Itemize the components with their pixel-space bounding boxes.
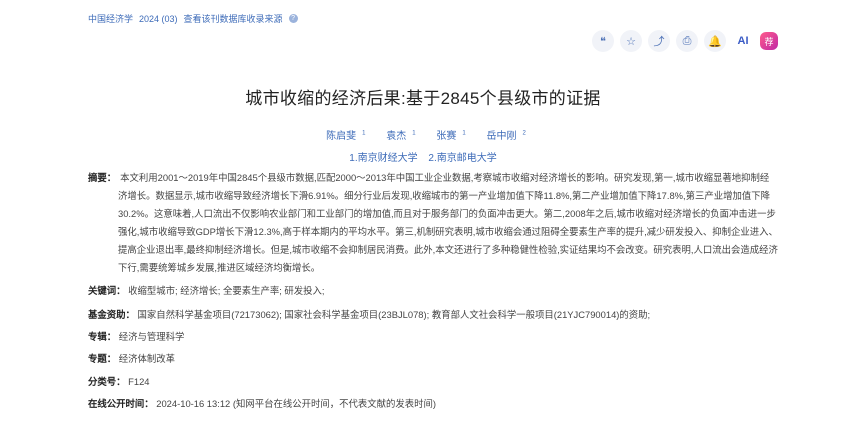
published-label: 在线公开时间： xyxy=(88,398,154,409)
quote-icon[interactable]: ❝ xyxy=(592,30,614,52)
abstract-text: 本文利用2001～2019年中国2845个县级市数据,匹配2000～2013年中… xyxy=(118,172,778,273)
keyword-link[interactable]: 研发投入; xyxy=(284,285,324,296)
recommend-button[interactable]: 荐 xyxy=(760,32,778,50)
issue-link[interactable]: 2024 (03) xyxy=(139,14,178,24)
keyword-link[interactable]: 收缩型城市; xyxy=(128,285,177,296)
class-no-label: 分类号： xyxy=(88,376,126,387)
author-link[interactable]: 岳中刚 2 xyxy=(481,131,526,142)
author-link[interactable]: 张赛 1 xyxy=(430,131,465,142)
column-section: 专辑： 经济与管理科学 xyxy=(88,328,778,346)
bell-icon[interactable]: 🔔 xyxy=(704,30,726,52)
affiliation-link[interactable]: 2.南京邮电大学 xyxy=(428,153,496,164)
funding-link[interactable]: 国家社会科学基金项目(23BJL078); xyxy=(284,309,429,320)
affiliation-link[interactable]: 1.南京财经大学 xyxy=(349,153,417,164)
column-value: 经济与管理科学 xyxy=(118,331,185,342)
class-no-section: 分类号： F124 xyxy=(88,373,778,391)
published-section: 在线公开时间： 2024-10-16 13:12 (知网平台在线公开时间，不代表… xyxy=(88,395,778,413)
journal-link[interactable]: 中国经济学 xyxy=(88,12,133,25)
keyword-link[interactable]: 经济增长; xyxy=(180,285,220,296)
published-value: 2024-10-16 13:12 (知网平台在线公开时间，不代表文献的发表时间) xyxy=(156,398,436,409)
ai-button[interactable]: AI xyxy=(732,30,754,52)
author-link[interactable]: 陈启斐 1 xyxy=(320,131,365,142)
funding-section: 基金资助： 国家自然科学基金项目(72173062); 国家社会科学基金项目(2… xyxy=(88,306,778,324)
print-icon[interactable]: ⎙ xyxy=(676,30,698,52)
article-title: 城市收缩的经济后果:基于2845个县级市的证据 xyxy=(245,89,601,108)
keywords-label: 关键词： xyxy=(88,285,126,296)
funding-label: 基金资助： xyxy=(88,309,135,320)
topic-value: 经济体制改革 xyxy=(118,353,176,364)
topic-section: 专题： 经济体制改革 xyxy=(88,350,778,368)
funding-link[interactable]: 教育部人文社会科学一般项目(21YJC790014)的资助; xyxy=(432,309,650,320)
keywords-section: 关键词： 收缩型城市; 经济增长; 全要素生产率; 研发投入; xyxy=(88,282,778,300)
funding-link[interactable]: 国家自然科学基金项目(72173062); xyxy=(138,309,282,320)
source-line: 中国经济学 2024 (03) 查看该刊数据库收录来源 ? xyxy=(88,12,298,25)
db-source-link[interactable]: 查看该刊数据库收录来源 xyxy=(184,12,283,25)
affiliation-list: 1.南京财经大学 2.南京邮电大学 xyxy=(0,149,846,164)
author-list: 陈启斐 1 袁杰 1 张赛 1 岳中刚 2 xyxy=(0,127,846,142)
column-label: 专辑： xyxy=(88,331,117,342)
toolbar: ❝ ☆ ⤴ ⎙ 🔔 AI 荐 xyxy=(592,30,778,52)
star-icon[interactable]: ☆ xyxy=(620,30,642,52)
abstract-section: 摘要： 本文利用2001～2019年中国2845个县级市数据,匹配2000～20… xyxy=(88,169,778,277)
abstract-label: 摘要： xyxy=(88,172,117,183)
topic-label: 专题： xyxy=(88,353,117,364)
share-icon[interactable]: ⤴ xyxy=(648,30,670,52)
author-link[interactable]: 袁杰 1 xyxy=(380,131,415,142)
class-no-value: F124 xyxy=(128,376,150,387)
help-icon[interactable]: ? xyxy=(288,14,298,23)
keyword-link[interactable]: 全要素生产率; xyxy=(223,285,282,296)
